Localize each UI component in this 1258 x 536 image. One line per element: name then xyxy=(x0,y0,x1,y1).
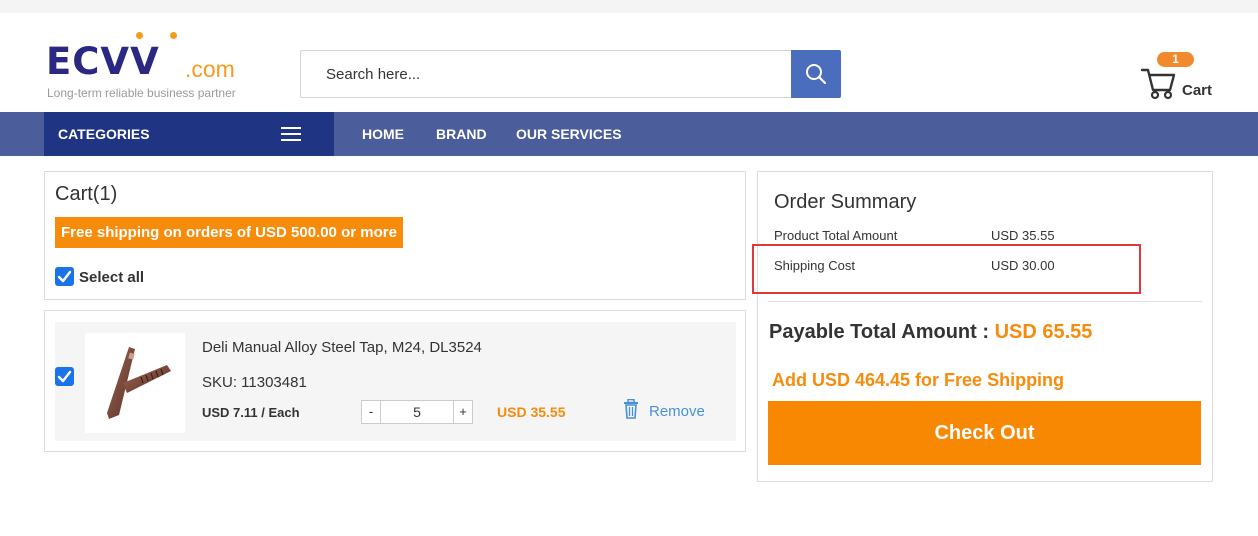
nav-link-our-services[interactable]: OUR SERVICES xyxy=(516,126,622,142)
cart-count-badge: 1 xyxy=(1157,52,1194,67)
shipping-cost-highlight-box xyxy=(752,244,1141,294)
quantity-decrease-button[interactable]: - xyxy=(362,401,381,423)
select-all-label: Select all xyxy=(79,269,145,286)
payable-total: Payable Total Amount : USD 65.55 xyxy=(769,321,1092,344)
item-total-price: USD 35.55 xyxy=(497,404,566,420)
remove-label: Remove xyxy=(649,403,705,420)
logo-suffix: .com xyxy=(185,56,235,82)
logo-person-icon xyxy=(132,32,146,46)
product-total-value: USD 35.55 xyxy=(991,228,1055,243)
cart-label: Cart xyxy=(1182,82,1213,99)
hamburger-menu-icon xyxy=(281,127,301,141)
quantity-input[interactable]: 5 xyxy=(381,401,453,423)
search-icon xyxy=(806,64,827,85)
summary-divider xyxy=(768,301,1202,302)
checkmark-icon xyxy=(57,270,72,283)
logo-tagline: Long-term reliable business partner xyxy=(47,86,236,100)
categories-menu[interactable]: CATEGORIES xyxy=(44,112,334,156)
search-input[interactable] xyxy=(301,51,792,97)
header-cart[interactable]: 1 Cart xyxy=(1140,52,1220,102)
payable-total-label: Payable Total Amount : xyxy=(769,321,990,343)
top-strip xyxy=(0,0,1258,13)
unit-price: USD 7.11 / Each xyxy=(202,405,300,420)
product-thumbnail[interactable] xyxy=(85,333,185,433)
categories-label: CATEGORIES xyxy=(58,126,150,142)
order-summary-title: Order Summary xyxy=(774,191,917,213)
product-total-label: Product Total Amount xyxy=(774,228,898,243)
cart-title: Cart(1) xyxy=(55,183,118,205)
select-all-checkbox[interactable] xyxy=(55,267,74,286)
trash-icon xyxy=(624,399,638,419)
search-box xyxy=(300,50,792,98)
steel-tap-product-image xyxy=(107,347,171,419)
checkmark-icon xyxy=(57,370,72,383)
product-name[interactable]: Deli Manual Alloy Steel Tap, M24, DL3524 xyxy=(202,339,482,356)
free-shipping-banner: Free shipping on orders of USD 500.00 or… xyxy=(55,217,403,248)
nav-link-brand[interactable]: BRAND xyxy=(436,126,487,142)
free-shipping-hint: Add USD 464.45 for Free Shipping xyxy=(772,370,1065,390)
cart-item-panel: Deli Manual Alloy Steel Tap, M24, DL3524… xyxy=(44,310,746,452)
quantity-stepper: - 5 + xyxy=(361,400,473,424)
product-sku: SKU: 11303481 xyxy=(202,374,307,391)
checkout-button[interactable]: Check Out xyxy=(768,401,1201,465)
payable-total-amount: USD 65.55 xyxy=(994,321,1093,343)
nav-link-home[interactable]: HOME xyxy=(362,126,404,142)
logo-brand: ECVV xyxy=(46,40,160,83)
logo-person-icon xyxy=(166,32,180,46)
cart-header-panel: Cart(1) Free shipping on orders of USD 5… xyxy=(44,171,746,300)
quantity-increase-button[interactable]: + xyxy=(453,401,472,423)
cart-item-row: Deli Manual Alloy Steel Tap, M24, DL3524… xyxy=(55,322,736,441)
shopping-cart-icon xyxy=(1140,68,1176,100)
item-checkbox[interactable] xyxy=(55,367,74,386)
site-logo[interactable]: ECVV .com Long-term reliable business pa… xyxy=(46,32,256,102)
order-summary-panel: Order Summary Product Total Amount USD 3… xyxy=(752,171,1213,482)
search-button[interactable] xyxy=(791,50,841,98)
